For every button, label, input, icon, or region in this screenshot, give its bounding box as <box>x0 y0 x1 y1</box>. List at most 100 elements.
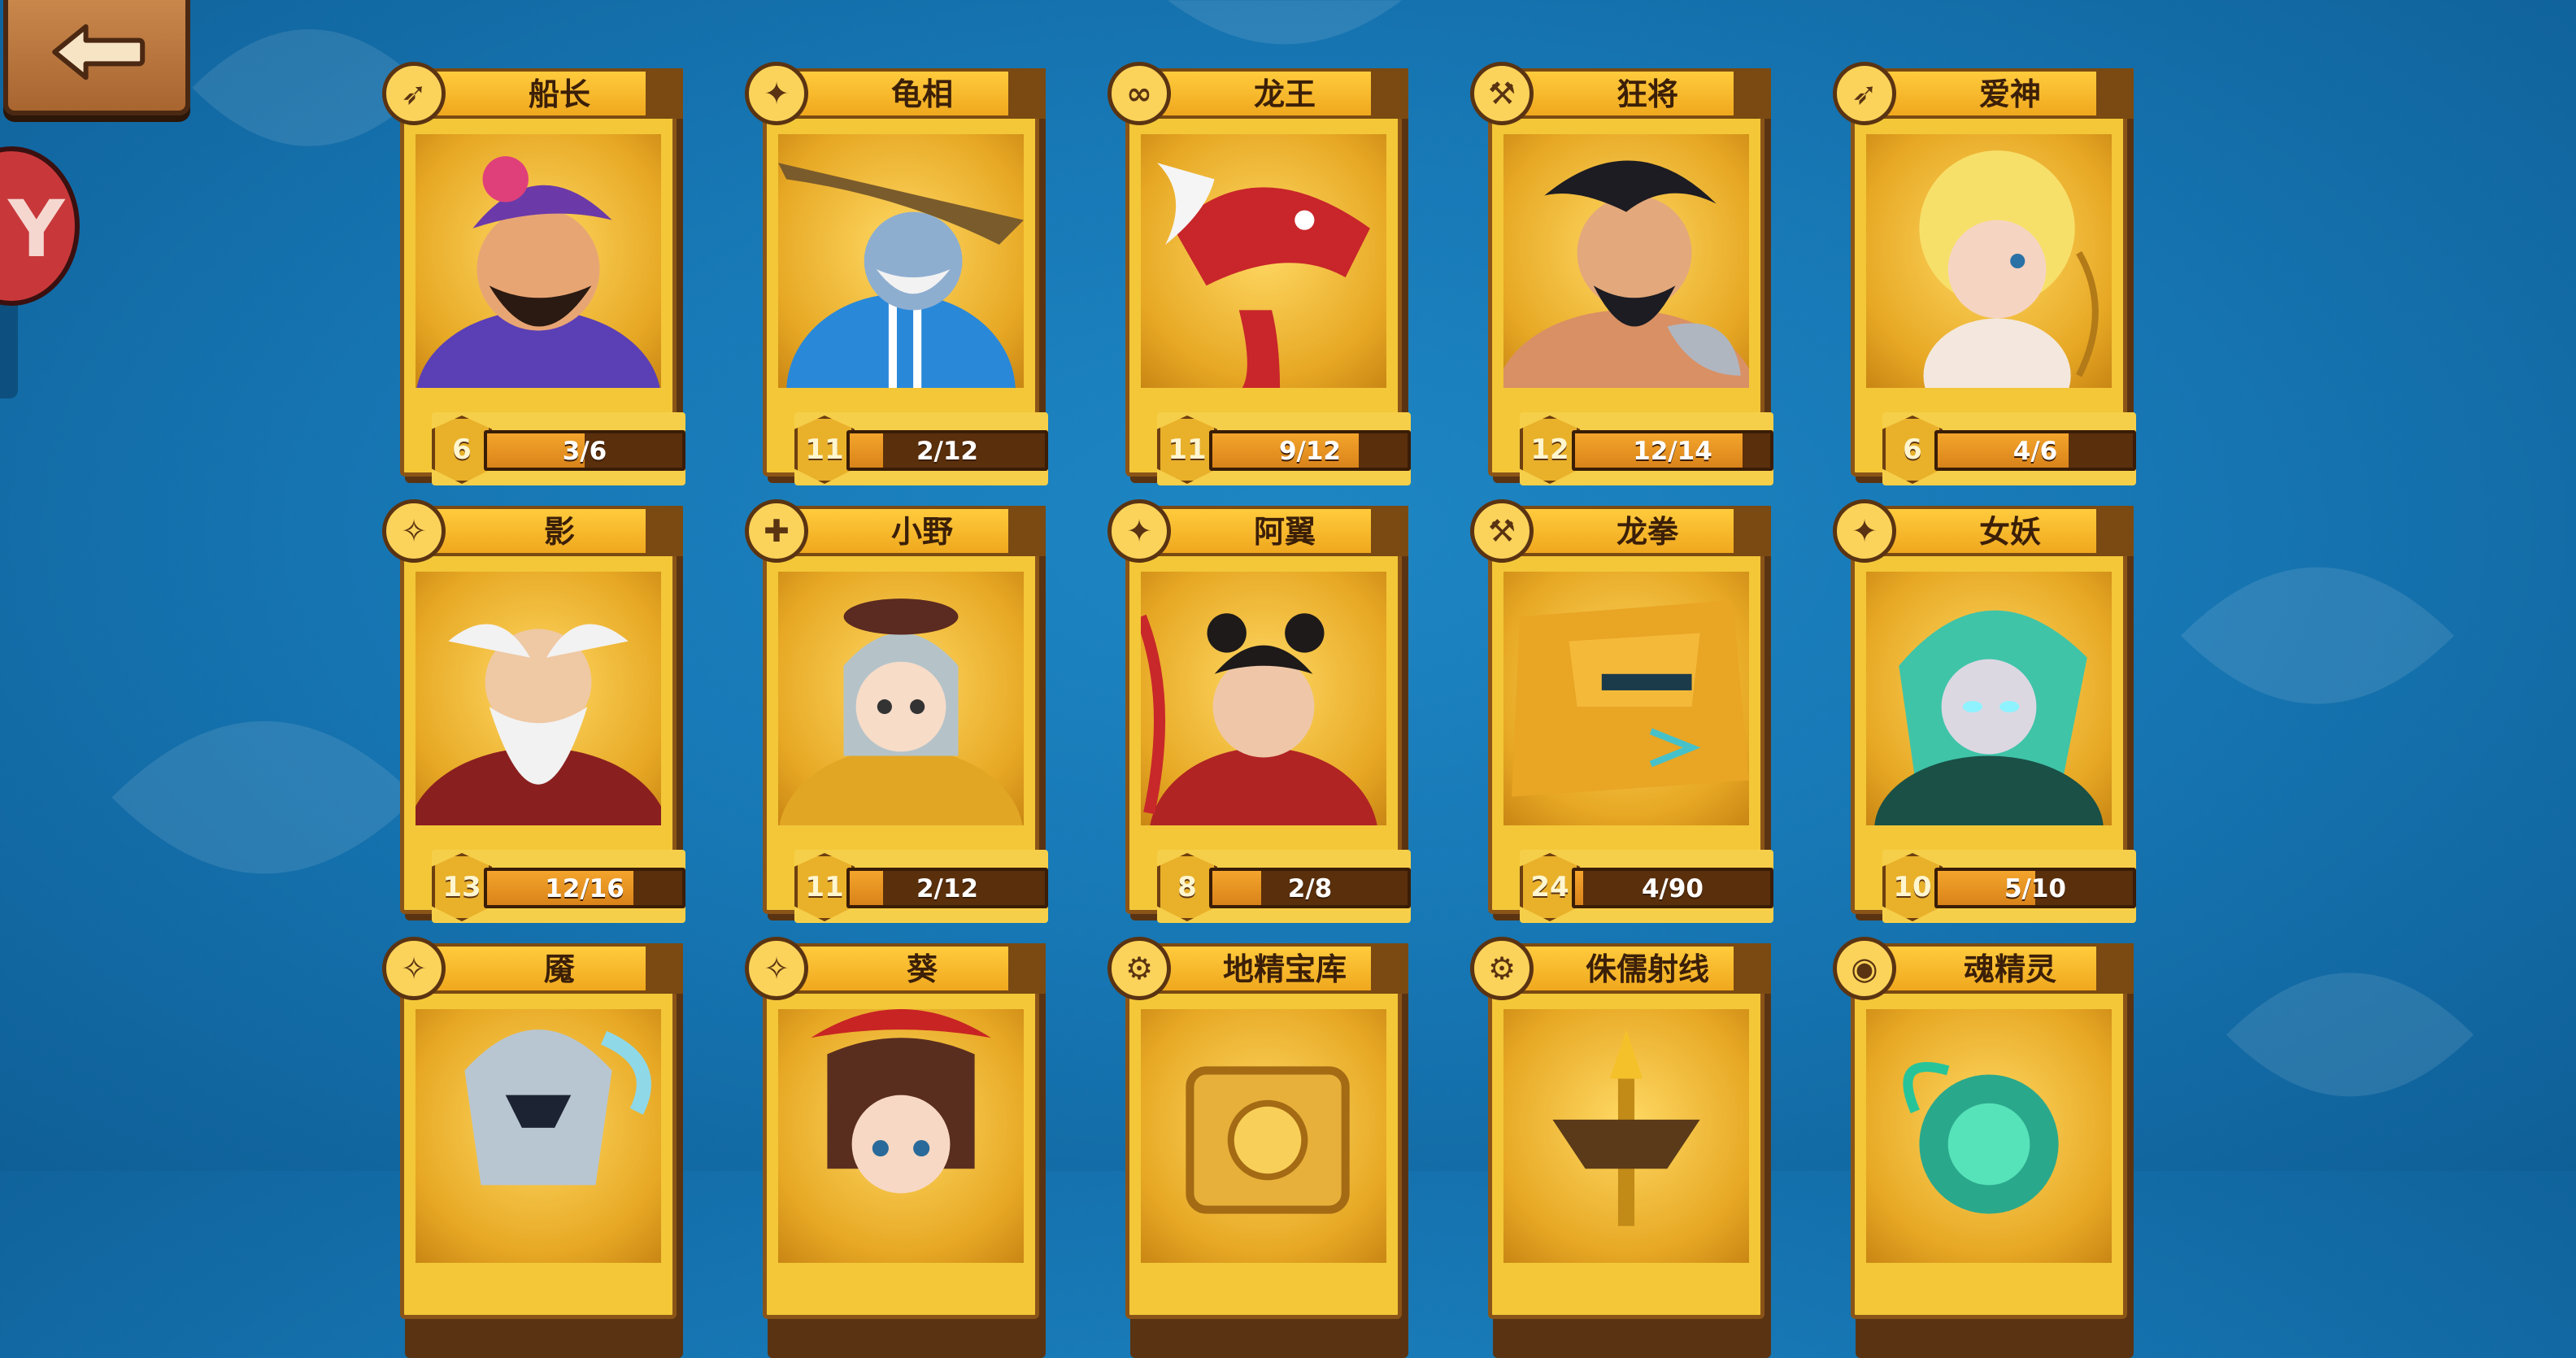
card-stats: 12 12/14 <box>1520 412 1773 485</box>
hero-card[interactable]: 13 12/16 影 ✧ <box>382 499 693 923</box>
card-body <box>763 977 1039 1319</box>
hero-card[interactable]: 11 9/12 龙王 ∞ <box>1107 62 1418 485</box>
hero-card[interactable]: 12 12/14 狂将 ⚒ <box>1470 62 1781 485</box>
axe-icon: ⚒ <box>1470 499 1534 563</box>
level-badge: 11 <box>794 416 855 484</box>
hero-name: 狂将 <box>1616 76 1678 112</box>
sparkle-plus-icon: ✚ <box>745 499 808 563</box>
hero-name: 龙拳 <box>1616 514 1678 550</box>
banner-tab <box>646 943 683 994</box>
hero-portrait <box>778 572 1024 825</box>
hero-card[interactable]: 11 2/12 小野 ✚ <box>745 499 1055 923</box>
hero-card[interactable]: 魇 ✧ <box>382 937 693 1358</box>
hero-portrait <box>778 134 1024 388</box>
banner-tab <box>1734 68 1771 119</box>
hero-name: 魂精灵 <box>1963 951 2056 987</box>
hero-name: 龟相 <box>890 76 953 112</box>
card-stats: 6 4/6 <box>1882 412 2136 485</box>
hero-portrait <box>778 1009 1024 1263</box>
shard-progress-bar: 5/10 <box>1934 868 2136 908</box>
progress-text: 2/12 <box>916 437 979 466</box>
shard-progress-bar: 4/6 <box>1934 430 2136 471</box>
hero-card[interactable]: 侏儒射线 ⚙ <box>1470 937 1781 1358</box>
shard-progress-bar: 12/14 <box>1572 430 1773 471</box>
card-body: 11 2/12 <box>763 540 1048 923</box>
level-badge: 8 <box>1157 853 1217 921</box>
banner-tab <box>1734 506 1771 556</box>
banner-tab <box>1371 943 1408 994</box>
banner-tab <box>1734 943 1771 994</box>
hero-portrait <box>416 572 661 825</box>
hero-portrait <box>416 1009 661 1263</box>
card-body: 11 2/12 <box>763 102 1048 485</box>
gear-icon: ⚙ <box>1470 937 1534 1000</box>
hero-card[interactable]: 8 2/8 阿翼 ✦ <box>1107 499 1418 923</box>
hero-card[interactable]: 11 2/12 龟相 ✦ <box>745 62 1055 485</box>
card-body: 24 4/90 <box>1488 540 1773 923</box>
hero-portrait <box>1503 572 1749 825</box>
hero-name: 爱神 <box>1978 76 2041 112</box>
hero-name: 葵 <box>906 951 938 987</box>
banner-tab <box>1008 506 1046 556</box>
card-stats: 24 4/90 <box>1520 850 1773 923</box>
hero-portrait <box>1866 1009 2112 1263</box>
hero-card[interactable]: 葵 ✧ <box>745 937 1055 1358</box>
progress-text: 9/12 <box>1278 437 1342 466</box>
card-body: 12 12/14 <box>1488 102 1773 485</box>
banner-tab <box>2096 943 2134 994</box>
back-arrow-icon <box>52 24 146 81</box>
level-badge: 24 <box>1520 853 1580 921</box>
hero-name: 影 <box>543 514 575 550</box>
card-body: 10 5/10 <box>1851 540 2136 923</box>
hero-card[interactable]: 地精宝库 ⚙ <box>1107 937 1418 1358</box>
banner-tab <box>1371 68 1408 119</box>
staff-icon: ✦ <box>1107 499 1171 563</box>
shuriken-icon: ✧ <box>745 937 808 1000</box>
shard-progress-bar: 2/12 <box>846 430 1048 471</box>
level-badge: 12 <box>1520 416 1580 484</box>
level-badge: 11 <box>1157 416 1217 484</box>
card-body <box>1851 977 2127 1319</box>
banner-tab <box>1371 506 1408 556</box>
hero-portrait <box>1141 572 1386 825</box>
hero-card[interactable]: 24 4/90 龙拳 ⚒ <box>1470 499 1781 923</box>
background-mask-icon <box>1168 0 1402 45</box>
card-stats: 11 9/12 <box>1157 412 1411 485</box>
progress-text: 4/90 <box>1641 874 1704 903</box>
banner-tab <box>2096 506 2134 556</box>
side-badge[interactable]: Y <box>0 146 80 306</box>
hero-portrait <box>1866 134 2112 388</box>
card-body: 11 9/12 <box>1125 102 1411 485</box>
axe-icon: ⚒ <box>1470 62 1534 125</box>
hero-name: 小野 <box>890 514 953 550</box>
card-body: 6 4/6 <box>1851 102 2136 485</box>
hero-name: 魇 <box>543 951 575 987</box>
banner-tab <box>646 506 683 556</box>
shuriken-icon: ✧ <box>382 937 446 1000</box>
progress-text: 2/12 <box>916 874 979 903</box>
card-body: 8 2/8 <box>1125 540 1411 923</box>
level-badge: 10 <box>1882 853 1943 921</box>
hero-name: 龙王 <box>1253 76 1316 112</box>
card-stats: 11 2/12 <box>794 850 1048 923</box>
hero-card[interactable]: 魂精灵 ◉ <box>1833 937 2143 1358</box>
shard-progress-bar: 3/6 <box>484 430 685 471</box>
banner-tab <box>2096 68 2134 119</box>
level-badge: 13 <box>432 853 492 921</box>
card-stats: 6 3/6 <box>432 412 685 485</box>
hero-name: 侏儒射线 <box>1585 951 1709 987</box>
progress-text: 12/14 <box>1633 437 1712 466</box>
shard-progress-bar: 4/90 <box>1572 868 1773 908</box>
banner-tab <box>1008 943 1046 994</box>
side-badge-glyph: Y <box>8 184 65 275</box>
hero-name: 地精宝库 <box>1222 951 1347 987</box>
hero-card[interactable]: 6 3/6 船长 ➶ <box>382 62 693 485</box>
hero-portrait <box>1141 134 1386 388</box>
hero-card[interactable]: 10 5/10 女妖 ✦ <box>1833 499 2143 923</box>
hero-name: 女妖 <box>1978 514 2041 550</box>
back-button[interactable] <box>3 0 190 115</box>
infinity-icon: ∞ <box>1107 62 1171 125</box>
shard-progress-bar: 9/12 <box>1209 430 1411 471</box>
progress-text: 2/8 <box>1287 874 1333 903</box>
hero-card[interactable]: 6 4/6 爱神 ➶ <box>1833 62 2143 485</box>
